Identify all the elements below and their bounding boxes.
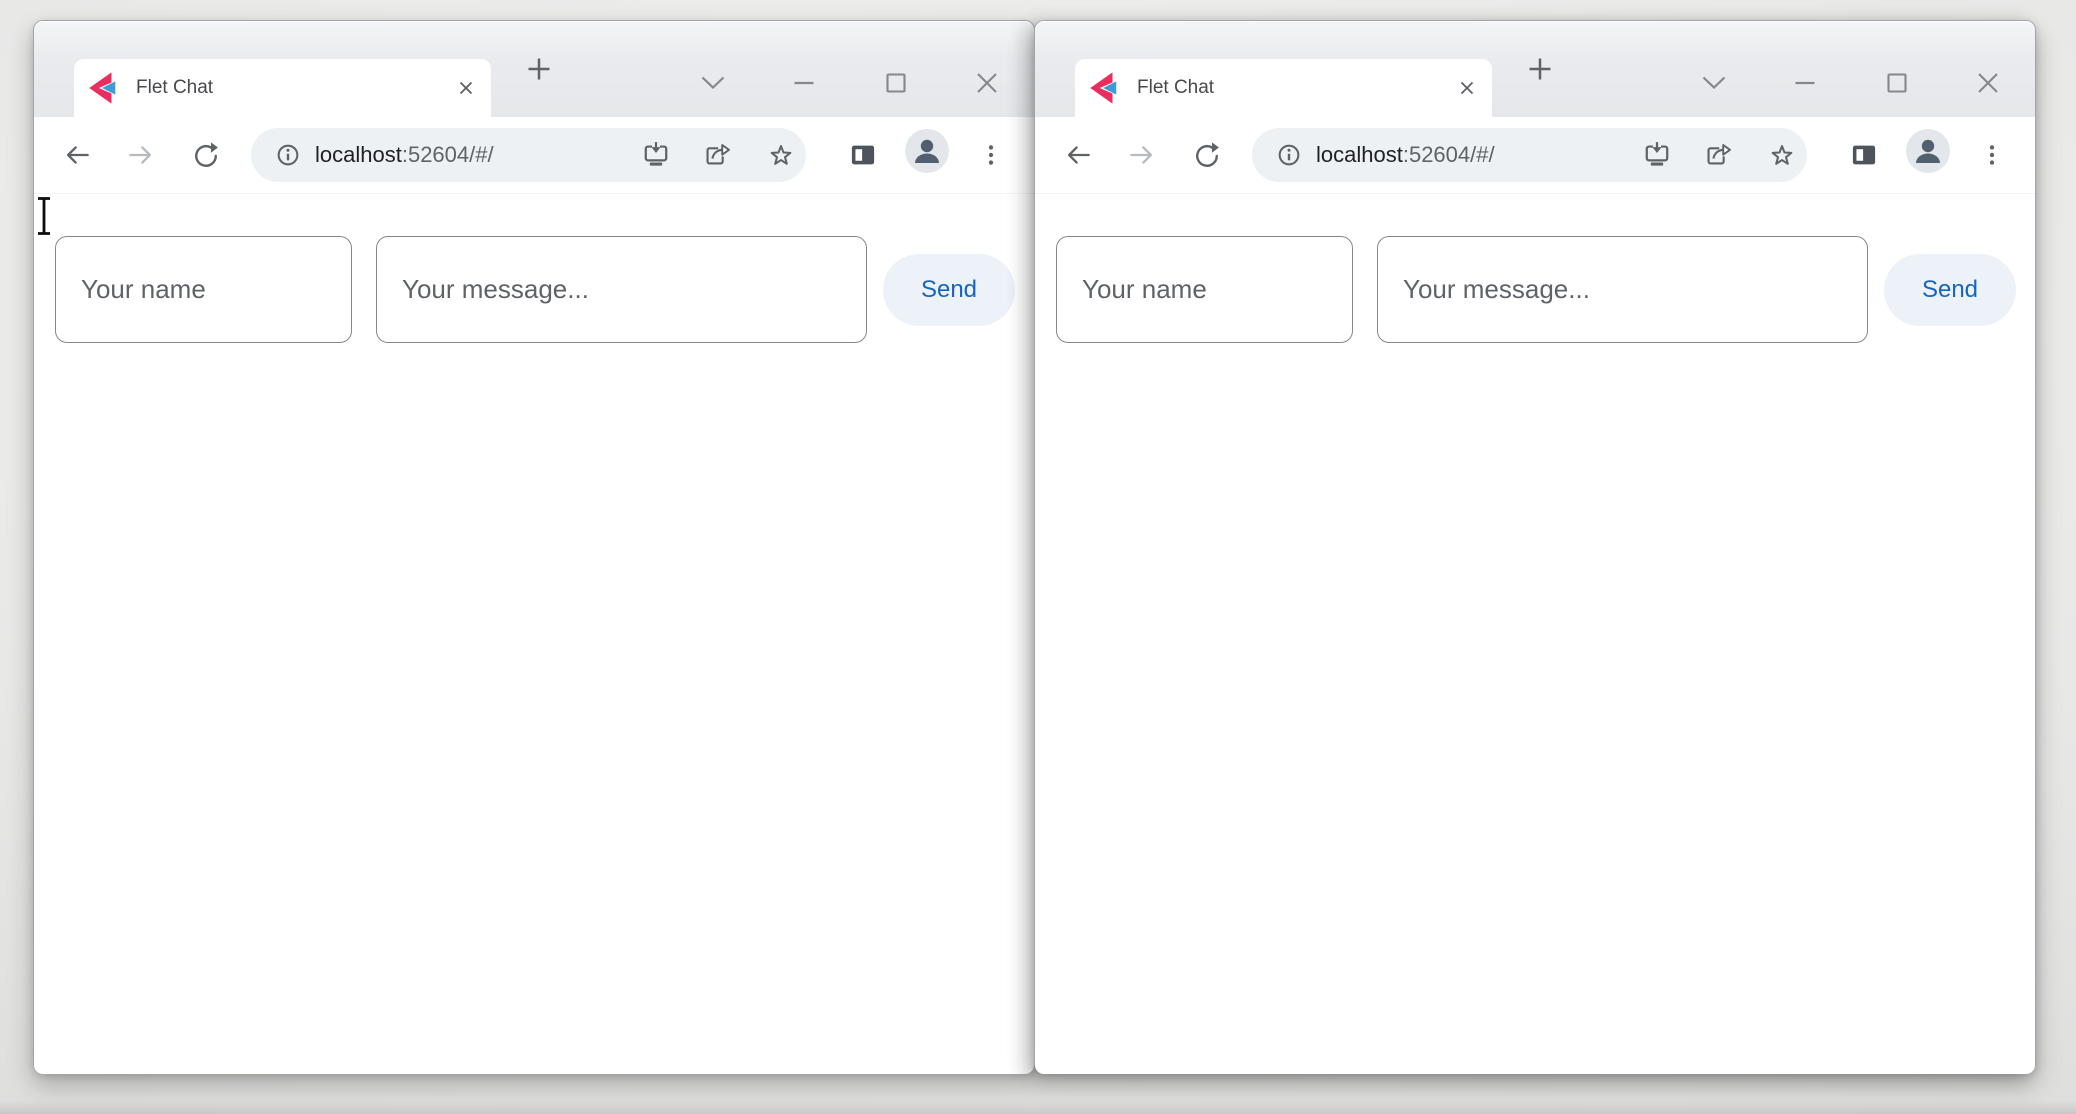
flet-logo-icon: [1087, 71, 1121, 105]
page-content: Send: [1035, 193, 2035, 1074]
browser-window-left: Flet Chat: [33, 20, 1035, 1073]
forward-icon[interactable]: [1126, 139, 1158, 171]
flet-logo-icon: [86, 71, 120, 105]
reload-icon[interactable]: [1191, 139, 1223, 171]
message-input[interactable]: [376, 236, 867, 343]
profile-avatar-icon[interactable]: [905, 129, 949, 173]
desktop: { "colors": { "accent_blue": "#1565c0", …: [0, 0, 2076, 1114]
tab-title: Flet Chat: [1137, 77, 1456, 99]
close-button[interactable]: [975, 71, 999, 95]
tab-search-chevron-icon[interactable]: [1701, 75, 1727, 91]
url-path: :52604/#/: [1403, 142, 1495, 167]
address-bar[interactable]: localhost:52604/#/: [1252, 128, 1807, 182]
address-bar[interactable]: localhost:52604/#/: [251, 128, 806, 182]
forward-icon[interactable]: [125, 139, 157, 171]
url-host: localhost: [315, 142, 402, 167]
tab-strip: Flet Chat: [34, 21, 1034, 117]
new-tab-button[interactable]: [524, 54, 554, 84]
install-app-icon[interactable]: [1641, 139, 1673, 171]
site-info-icon[interactable]: [1273, 139, 1305, 171]
browser-menu-kebab-icon[interactable]: [1976, 139, 2008, 171]
tab-search-chevron-icon[interactable]: [700, 75, 726, 91]
send-button[interactable]: Send: [883, 254, 1015, 326]
reload-icon[interactable]: [190, 139, 222, 171]
maximize-button[interactable]: [1885, 71, 1909, 95]
url-text[interactable]: localhost:52604/#/: [1316, 128, 1495, 182]
url-path: :52604/#/: [402, 142, 494, 167]
side-panel-icon[interactable]: [1848, 139, 1880, 171]
send-button[interactable]: Send: [1884, 254, 2016, 326]
new-tab-button[interactable]: [1525, 54, 1555, 84]
back-icon[interactable]: [61, 139, 93, 171]
bookmark-star-icon[interactable]: [765, 139, 797, 171]
tab-close-icon[interactable]: [1456, 77, 1478, 99]
install-app-icon[interactable]: [640, 139, 672, 171]
bookmark-star-icon[interactable]: [1766, 139, 1798, 171]
back-icon[interactable]: [1062, 139, 1094, 171]
share-icon[interactable]: [700, 139, 732, 171]
tab-close-icon[interactable]: [455, 77, 477, 99]
maximize-button[interactable]: [884, 71, 908, 95]
browser-toolbar: localhost:52604/#/: [1035, 117, 2035, 193]
browser-menu-kebab-icon[interactable]: [975, 139, 1007, 171]
name-input[interactable]: [55, 236, 352, 343]
minimize-button[interactable]: [792, 71, 816, 95]
browser-toolbar: localhost:52604/#/: [34, 117, 1034, 193]
tab-strip: Flet Chat: [1035, 21, 2035, 117]
profile-avatar-icon[interactable]: [1906, 129, 1950, 173]
close-button[interactable]: [1976, 71, 2000, 95]
url-text[interactable]: localhost:52604/#/: [315, 128, 494, 182]
url-host: localhost: [1316, 142, 1403, 167]
side-panel-icon[interactable]: [847, 139, 879, 171]
message-input[interactable]: [1377, 236, 1868, 343]
tab-flet-chat[interactable]: Flet Chat: [74, 59, 491, 117]
browser-window-right: Flet Chat: [1034, 20, 2036, 1073]
tab-flet-chat[interactable]: Flet Chat: [1075, 59, 1492, 117]
tab-title: Flet Chat: [136, 77, 455, 99]
share-icon[interactable]: [1701, 139, 1733, 171]
page-content: Send: [34, 193, 1034, 1074]
minimize-button[interactable]: [1793, 71, 1817, 95]
name-input[interactable]: [1056, 236, 1353, 343]
site-info-icon[interactable]: [272, 139, 304, 171]
